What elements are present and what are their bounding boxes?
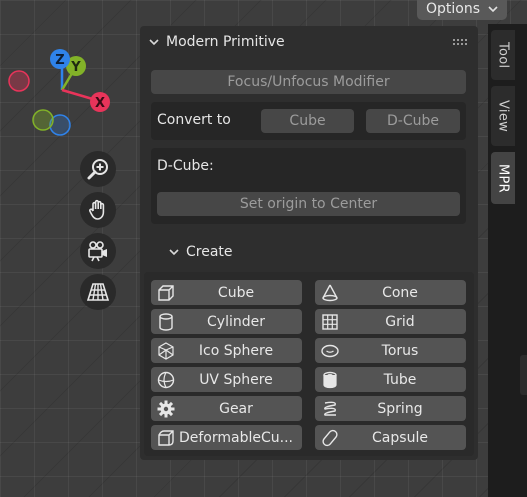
create-torus-label: Torus [381, 342, 419, 359]
create-ico-sphere-button[interactable]: Ico Sphere [151, 338, 302, 363]
create-ico-sphere-label: Ico Sphere [198, 342, 274, 359]
create-capsule-button[interactable]: Capsule [315, 425, 466, 450]
tab-view-label: View [495, 99, 511, 133]
convert-dcube-label: D-Cube [387, 113, 439, 129]
create-spring-label: Spring [377, 400, 423, 417]
tab-tool[interactable]: Tool [491, 30, 515, 80]
create-gear-label: Gear [219, 400, 253, 417]
zoom-icon [87, 159, 108, 180]
cube-icon [154, 283, 178, 303]
convert-to-label: Convert to [157, 112, 231, 128]
gizmo-neg-y-icon [32, 109, 54, 131]
options-dropdown[interactable]: Options [417, 0, 507, 20]
modern-primitive-panel: Modern Primitive Focus/Unfocus Modifier … [140, 26, 478, 460]
convert-cube-label: Cube [289, 113, 326, 129]
cone-icon [318, 283, 342, 303]
dcube-section: D-Cube: Set origin to Center [151, 148, 466, 224]
panel-header[interactable]: Modern Primitive [148, 32, 285, 52]
create-grid-button[interactable]: Grid [315, 309, 466, 334]
create-uv-sphere-label: UV Sphere [199, 371, 273, 388]
drag-grip-icon[interactable] [453, 38, 467, 46]
torus-icon [318, 341, 342, 361]
gizmo-x-label: X [95, 96, 105, 111]
create-grid-label: Grid [385, 313, 415, 330]
spring-icon [318, 399, 342, 419]
gizmo-z-label: Z [55, 53, 64, 68]
dcube-label: D-Cube: [157, 158, 214, 174]
tab-tool-label: Tool [495, 41, 511, 69]
convert-dcube-button[interactable]: D-Cube [366, 109, 460, 133]
create-spring-button[interactable]: Spring [315, 396, 466, 421]
focus-unfocus-modifier-button[interactable]: Focus/Unfocus Modifier [151, 70, 466, 94]
focus-unfocus-label: Focus/Unfocus Modifier [227, 74, 390, 90]
hand-pan-icon [89, 199, 105, 220]
camera-view-button[interactable] [80, 233, 116, 269]
gear-icon [154, 399, 178, 419]
convert-to-row: Convert to Cube D-Cube [151, 102, 466, 140]
create-uv-sphere-button[interactable]: UV Sphere [151, 367, 302, 392]
set-origin-label: Set origin to Center [239, 196, 378, 212]
set-origin-center-button[interactable]: Set origin to Center [157, 192, 460, 216]
chevron-down-icon [169, 249, 179, 256]
camera-icon [88, 241, 107, 262]
chevron-down-icon [149, 39, 159, 46]
tab-view[interactable]: View [491, 86, 515, 146]
uv-sphere-icon [154, 370, 178, 390]
create-deformable-cube-label: DeformableCu... [178, 429, 293, 446]
options-label: Options [425, 1, 481, 17]
pan-button[interactable] [80, 192, 116, 228]
ico-sphere-icon [154, 341, 178, 361]
create-cone-button[interactable]: Cone [315, 280, 466, 305]
create-torus-button[interactable]: Torus [315, 338, 466, 363]
gizmo-y-label: Y [70, 60, 81, 75]
tube-icon [318, 370, 342, 390]
perspective-toggle-button[interactable] [80, 274, 116, 310]
create-tube-label: Tube [383, 371, 417, 388]
convert-cube-button[interactable]: Cube [261, 109, 354, 133]
create-cube-label: Cube [217, 284, 255, 301]
gizmo-neg-x-icon [8, 70, 30, 92]
create-grid: Cube Cone Cylinder Grid Ico Sphere Torus… [144, 272, 474, 456]
zoom-button[interactable] [80, 151, 116, 187]
create-capsule-label: Capsule [372, 429, 428, 446]
tab-mpr[interactable]: MPR [491, 152, 515, 204]
panel-title: Modern Primitive [166, 34, 285, 50]
tab-mpr-label: MPR [495, 163, 511, 193]
perspective-grid-icon [86, 283, 110, 301]
create-cube-button[interactable]: Cube [151, 280, 302, 305]
cylinder-icon [154, 312, 178, 332]
chevron-down-icon [488, 6, 498, 13]
navigation-gizmo[interactable]: Y Z X [0, 0, 140, 150]
deformable-cube-icon [154, 428, 178, 448]
create-deformable-cube-button[interactable]: DeformableCu... [151, 425, 302, 450]
create-title: Create [186, 244, 233, 260]
create-tube-button[interactable]: Tube [315, 367, 466, 392]
create-cylinder-label: Cylinder [207, 313, 265, 330]
capsule-icon [318, 428, 342, 448]
grid-icon [318, 312, 342, 332]
create-cylinder-button[interactable]: Cylinder [151, 309, 302, 334]
create-subpanel-header[interactable]: Create [168, 242, 233, 262]
create-gear-button[interactable]: Gear [151, 396, 302, 421]
region-edge-handle[interactable] [520, 355, 527, 395]
create-cone-label: Cone [382, 284, 418, 301]
